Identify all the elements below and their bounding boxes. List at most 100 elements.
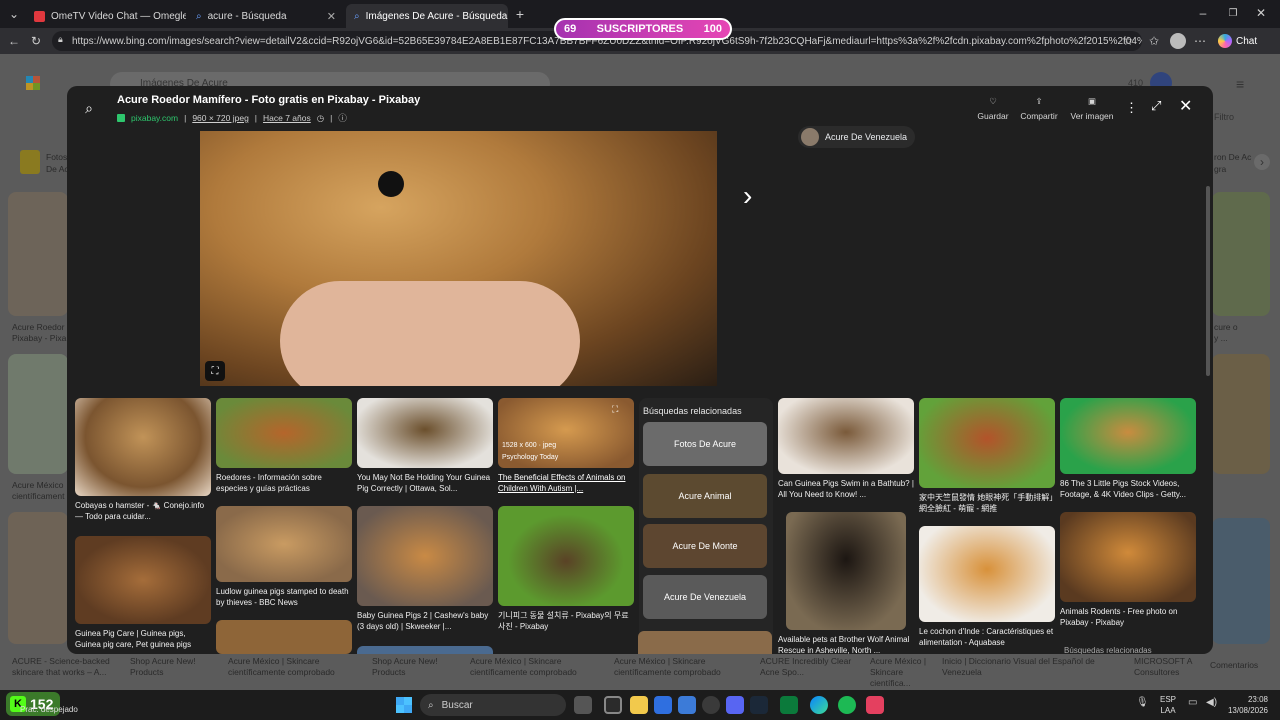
result-card[interactable]: 기니피그 동물 설치류 - Pixabay의 무료 사진 - Pixabay [498,506,634,632]
close-window-icon[interactable]: ✕ [1254,6,1268,20]
bg-tile[interactable] [8,192,68,316]
weather-text: Prac. despejado [20,705,78,714]
spotify-icon[interactable] [838,696,856,714]
close-icon[interactable]: ✕ [1179,96,1192,116]
edge-icon[interactable] [810,696,828,714]
taskbar-search[interactable]: ⌕ Buscar [420,694,566,716]
related-label: Fotos De Acure [673,439,737,449]
expand-icon[interactable]: ⤢ [1151,98,1161,114]
search-icon[interactable]: ⌕ [79,98,99,118]
bg-tile[interactable] [8,354,68,474]
clock[interactable]: 23:08 13/08/2026 [1222,694,1268,716]
result-card[interactable]: Baby Guinea Pigs 2 | Cashew's baby (3 da… [357,506,493,632]
bg-caption[interactable]: Shop Acure New! Products [372,656,462,678]
file-explorer-icon[interactable] [630,696,648,714]
start-icon[interactable] [396,697,412,713]
copilot-icon [1218,34,1232,48]
info-icon[interactable]: ⓘ [338,112,347,124]
microphone-icon[interactable]: 🎙︎ [1136,697,1149,708]
result-thumb[interactable] [357,646,493,654]
bg-next-chevron-icon[interactable]: › [1254,154,1270,170]
tab-acure-search[interactable]: ⌕ acure - Búsqueda ✕ [188,4,344,28]
tab-ometv[interactable]: OmeTV Video Chat — Omegle ✕ [26,4,186,28]
widgets-icon[interactable] [604,696,622,714]
nvidia-icon[interactable] [780,696,798,714]
bg-caption[interactable]: Shop Acure New! Products [130,656,220,678]
copilot-chat-button[interactable]: Chat [1218,32,1276,50]
result-card-hovered[interactable]: 1528 x 600 · jpeg Psychology Today ⛶ The… [498,398,634,494]
tiktok-icon[interactable] [866,696,884,714]
image-title[interactable]: Acure Roedor Mamífero - Foto gratis en P… [117,94,420,106]
bg-tile[interactable] [1212,192,1270,316]
obs-icon[interactable] [702,696,720,714]
mail-icon[interactable] [678,696,696,714]
hamburger-icon[interactable]: ≡ [1236,76,1244,92]
favorite-star-icon[interactable]: ☆ [1120,33,1136,49]
bg-caption[interactable]: Acure México | Skincare científica... [870,656,934,689]
minimize-icon[interactable]: – [1196,6,1210,20]
tab-imagenes-acure[interactable]: ⌕ Imágenes De Acure - Búsqueda Im ✕ [346,4,508,28]
feedback-link[interactable]: Comentarios [1210,660,1258,671]
network-icon[interactable]: ▭ [1188,697,1197,708]
bg-caption[interactable]: Inicio | Diccionario Visual del Español … [942,656,1118,678]
bg-tile[interactable] [1212,354,1270,474]
store-icon[interactable] [654,696,672,714]
visual-search-icon[interactable]: ⛶ [612,404,618,415]
new-tab-icon[interactable]: + [512,6,528,22]
result-card[interactable]: Roedores - Información sobre especies y … [216,398,352,494]
visual-search-icon[interactable]: ⛶ [205,361,225,381]
result-thumb[interactable] [638,631,772,654]
main-image[interactable]: ⛶ [200,131,717,386]
save-button[interactable]: ♡ Guardar [970,96,1016,121]
result-card[interactable]: Ludlow guinea pigs stamped to death by t… [216,506,352,608]
result-card[interactable]: Guinea Pig Care | Guinea pigs, Guinea pi… [75,536,211,650]
age-link[interactable]: Hace 7 años [263,113,311,123]
result-card[interactable] [216,620,352,654]
related-acure-animal[interactable]: Acure Animal [643,474,767,518]
share-button[interactable]: ⇪ Compartir [1016,96,1062,121]
more-options-icon[interactable]: ⋮ [1125,100,1138,116]
related-acure-de-venezuela[interactable]: Acure De Venezuela [643,575,767,619]
result-card[interactable]: Available pets at Brother Wolf Animal Re… [778,512,914,654]
source-link[interactable]: pixabay.com [131,113,178,123]
tab-list-chevron-icon[interactable]: ⌄ [6,6,22,22]
bg-tile[interactable] [1212,518,1270,644]
task-view-icon[interactable] [574,696,592,714]
more-menu-icon[interactable]: ⋯ [1192,33,1208,49]
language-indicator[interactable]: ESP LAA [1160,694,1176,716]
favorites-icon[interactable]: ✩ [1146,33,1162,49]
maximize-icon[interactable]: ❐ [1226,6,1240,20]
bg-caption[interactable]: Acure México | Skincare científicamente … [228,656,364,678]
related-label: Acure De Venezuela [663,592,747,602]
steam-icon[interactable] [750,696,768,714]
result-card[interactable]: Animals Rodents - Free photo on Pixabay … [1060,512,1196,628]
close-icon[interactable]: ✕ [327,10,336,23]
share-icon: ⇪ [1035,96,1043,106]
bg-caption[interactable]: Acure México | Skincare científicamente … [470,656,606,678]
bg-tile[interactable] [8,512,68,644]
result-caption: Can Guinea Pigs Swim in a Bathtub? | All… [778,479,914,499]
result-card[interactable]: You May Not Be Holding Your Guinea Pig C… [357,398,493,494]
dims-link[interactable]: 960 × 720 jpeg [192,113,248,123]
related-fotos-de-acure[interactable]: Fotos De Acure [643,422,767,466]
discord-icon[interactable] [726,696,744,714]
next-image-icon[interactable]: › [743,180,752,212]
suggestion-chip[interactable]: Acure De Venezuela [798,126,916,148]
related-acure-de-monte[interactable]: Acure De Monte [643,524,767,568]
refresh-icon[interactable]: ↻ [28,33,44,49]
result-card[interactable]: 86 The 3 Little Pigs Stock Videos, Foota… [1060,398,1196,500]
result-card[interactable]: Le cochon d'Inde : Caractéristiques et a… [919,526,1055,648]
scrollbar[interactable] [1206,186,1210,376]
bg-caption[interactable]: Acure México | Skincare científicamente … [614,656,750,678]
result-card[interactable]: 家中天竺鼠發情 她眼神死「手動排解」網全臉紅 - 萌寵 - 網推 [919,398,1055,514]
profile-avatar[interactable] [1170,33,1186,49]
volume-icon[interactable]: ◀︎) [1206,697,1217,708]
bg-filter-label[interactable]: Filtro [1214,112,1234,122]
bg-caption[interactable]: ACURE - Science-backed skincare that wor… [12,656,122,678]
view-image-button[interactable]: ▣ Ver imagen [1065,96,1119,121]
result-card[interactable]: Cobayas o hamster - 🐁 Conejo.info — Todo… [75,398,211,522]
bg-caption[interactable]: MICROSOFT A Consultores [1134,656,1194,678]
result-card[interactable]: Can Guinea Pigs Swim in a Bathtub? | All… [778,398,914,500]
bg-caption[interactable]: ACURE Incredibly Clear Acne Spo... [760,656,860,678]
back-icon[interactable]: ← [6,33,22,49]
